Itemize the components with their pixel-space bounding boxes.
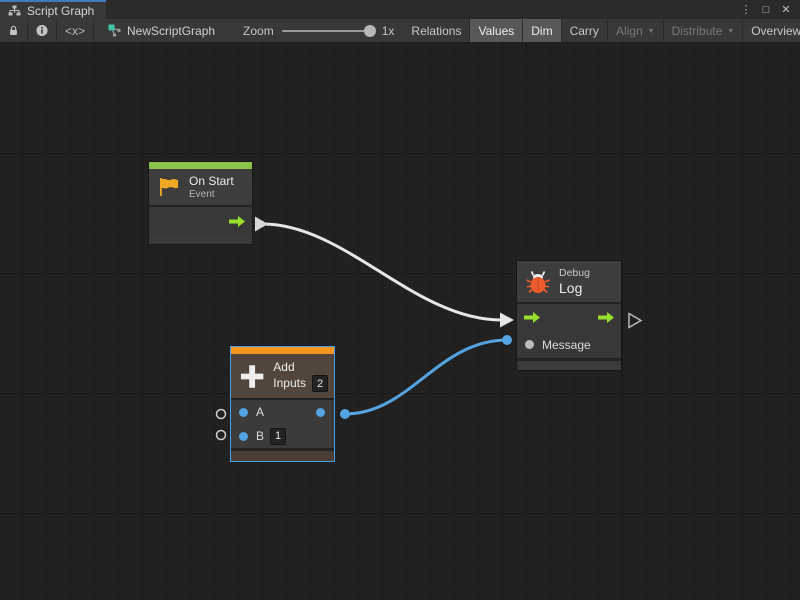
plus-icon: [239, 363, 265, 390]
values-button[interactable]: Values: [470, 19, 523, 42]
node-subtitle: Event: [189, 189, 234, 201]
bug-icon: [525, 270, 551, 294]
align-label: Align: [616, 24, 643, 38]
carry-label: Carry: [570, 24, 599, 38]
close-icon[interactable]: ✕: [778, 3, 794, 16]
distribute-button[interactable]: Distribute ▼: [664, 19, 744, 42]
code-preview-icon: <x>: [65, 24, 85, 38]
flow-input-port[interactable]: [523, 311, 541, 324]
node-footer: [231, 451, 334, 461]
value-input-port-b[interactable]: [239, 432, 248, 441]
zoom-control: Zoom 1x: [243, 19, 394, 42]
value-output-port[interactable]: [316, 408, 325, 417]
node-add[interactable]: Add Inputs 2 A B 1: [230, 346, 335, 462]
port-row-a: A: [231, 400, 334, 424]
lock-icon: [8, 24, 19, 37]
distribute-label: Distribute: [672, 24, 723, 38]
port-row-b: B 1: [231, 424, 334, 448]
message-port-row: Message: [517, 331, 621, 358]
tab-title: Script Graph: [27, 4, 94, 18]
info-button[interactable]: [28, 19, 57, 42]
flow-port-row: [517, 304, 621, 331]
port-label: Message: [542, 338, 591, 352]
node-title: Add: [273, 360, 328, 375]
node-on-start[interactable]: On Start Event: [148, 161, 253, 245]
flag-icon: [157, 175, 181, 199]
zoom-slider[interactable]: [282, 30, 374, 32]
relations-button[interactable]: Relations: [403, 19, 470, 42]
node-footer: [149, 235, 252, 244]
relations-label: Relations: [411, 24, 461, 38]
tab-bar: Script Graph ⋮ □ ✕: [0, 0, 800, 19]
window-controls: ⋮ □ ✕: [738, 0, 800, 19]
inputs-count-field[interactable]: 2: [312, 375, 328, 392]
port-label: B: [256, 429, 264, 443]
chevron-down-icon: ▼: [648, 28, 655, 35]
zoom-value: 1x: [382, 24, 395, 38]
zoom-slider-handle[interactable]: [364, 25, 376, 37]
chevron-down-icon: ▼: [727, 28, 734, 35]
tab-script-graph[interactable]: Script Graph: [0, 0, 106, 19]
flow-output-port[interactable]: [597, 311, 615, 324]
node-debug-log[interactable]: Debug Log Message: [516, 260, 622, 371]
script-graph-window: Script Graph ⋮ □ ✕ <x>: [0, 0, 800, 600]
carry-button[interactable]: Carry: [562, 19, 608, 42]
dim-button[interactable]: Dim: [523, 19, 561, 42]
graph-name: NewScriptGraph: [127, 24, 215, 38]
flow-output-port[interactable]: [228, 215, 246, 228]
graph-toolbar: <x> NewScriptGraph Zoom 1x Relations Val…: [0, 19, 800, 43]
event-color-bar: [149, 162, 252, 169]
port-label: A: [256, 405, 264, 419]
graph-name-group[interactable]: NewScriptGraph: [108, 19, 215, 42]
dim-label: Dim: [531, 24, 552, 38]
align-button[interactable]: Align ▼: [608, 19, 664, 42]
graph-hierarchy-icon: [8, 5, 21, 16]
node-kicker: Debug: [559, 267, 590, 280]
menu-icon[interactable]: ⋮: [738, 3, 754, 16]
script-graph-icon: [108, 24, 122, 37]
lock-button[interactable]: [0, 19, 28, 42]
values-label: Values: [478, 24, 514, 38]
node-title: Log: [559, 280, 590, 297]
graph-canvas[interactable]: [0, 43, 800, 600]
value-input-port-a[interactable]: [239, 408, 248, 417]
inputs-label: Inputs: [273, 376, 306, 391]
maximize-icon[interactable]: □: [758, 4, 774, 16]
code-preview-button[interactable]: <x>: [57, 19, 94, 42]
overview-button[interactable]: Overview: [743, 19, 800, 42]
info-icon: [36, 24, 48, 37]
math-color-bar: [231, 347, 334, 354]
value-input-port[interactable]: [525, 340, 534, 349]
node-title: On Start: [189, 174, 234, 189]
port-b-value-field[interactable]: 1: [270, 428, 286, 445]
overview-label: Overview: [751, 24, 800, 38]
flow-port-row: [149, 207, 252, 235]
zoom-label: Zoom: [243, 24, 274, 38]
node-footer: [517, 361, 621, 370]
